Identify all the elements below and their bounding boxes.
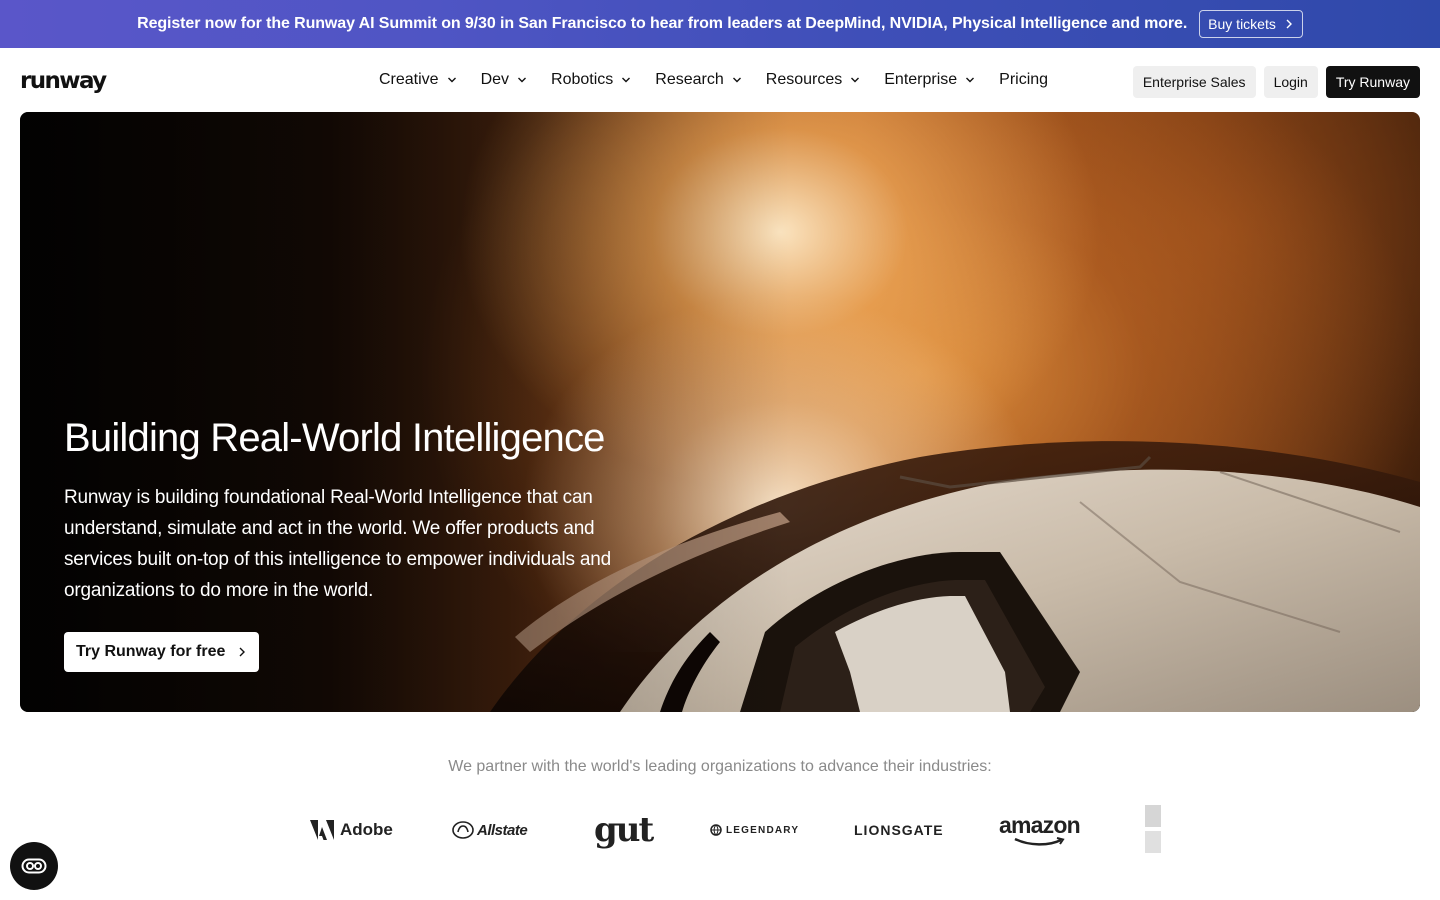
amazon-smile-icon <box>1014 837 1066 846</box>
chevron-right-icon <box>239 647 246 657</box>
partners-heading: We partner with the world's leading orga… <box>448 758 992 775</box>
login-button[interactable]: Login <box>1263 66 1318 98</box>
partial-logo-icon <box>1145 805 1161 853</box>
nav-label: Resources <box>765 71 843 88</box>
nav-label: Research <box>655 71 724 88</box>
adobe-logo: Adobe <box>310 800 393 860</box>
chevron-right-icon <box>1286 19 1292 29</box>
buy-tickets-label: Buy tickets <box>1208 16 1276 32</box>
allstate-logo-icon <box>452 821 474 839</box>
hero-title: Building Real-World Intelligence <box>64 416 605 460</box>
chevron-down-icon <box>851 77 860 83</box>
buy-tickets-button[interactable]: Buy tickets <box>1199 10 1303 38</box>
nav-item-robotics[interactable]: Robotics <box>551 71 631 89</box>
legendary-logo: LEGENDARY <box>710 800 799 860</box>
partner-logos: Adobe Allstate gut LEGENDARY LIONSGATE a… <box>0 800 1440 860</box>
chevron-down-icon <box>732 77 741 83</box>
header-actions: Enterprise Sales Login Try Runway <box>1132 66 1420 98</box>
site-header: runway Creative Dev Robotics Research Re… <box>0 48 1440 112</box>
adobe-wordmark: Adobe <box>340 820 393 839</box>
banner-text: Register now for the Runway AI Summit on… <box>137 15 1188 32</box>
accessibility-icon <box>21 858 47 874</box>
try-runway-button[interactable]: Try Runway <box>1325 66 1420 98</box>
nav-label: Pricing <box>999 71 1049 88</box>
runway-logo[interactable]: runway <box>20 68 107 94</box>
nav-item-creative[interactable]: Creative <box>379 71 457 89</box>
partial-logo <box>1145 800 1161 860</box>
amazon-logo: amazon <box>999 800 1081 860</box>
nav-label: Dev <box>480 71 510 88</box>
nav-label: Robotics <box>551 71 614 88</box>
chevron-down-icon <box>966 77 975 83</box>
nav-label: Creative <box>379 71 439 88</box>
legendary-globe-icon <box>710 824 722 836</box>
chevron-down-icon <box>447 77 456 83</box>
lionsgate-wordmark: LIONSGATE <box>854 822 944 838</box>
cta-label: Try Runway for free <box>76 643 226 660</box>
try-runway-free-button[interactable]: Try Runway for free <box>64 632 260 672</box>
hero-content: Building Real-World Intelligence Runway … <box>64 414 664 672</box>
nav-item-research[interactable]: Research <box>655 71 741 89</box>
chevron-down-icon <box>622 77 631 83</box>
lionsgate-logo: LIONSGATE <box>854 800 944 860</box>
accessibility-button[interactable] <box>10 842 58 890</box>
enterprise-sales-button[interactable]: Enterprise Sales <box>1132 66 1256 98</box>
logo-wordmark: runway <box>20 68 107 94</box>
announcement-banner: Register now for the Runway AI Summit on… <box>0 0 1440 48</box>
gut-logo: gut <box>594 800 654 860</box>
gut-wordmark: gut <box>594 810 654 850</box>
hero-description: Runway is building foundational Real-Wor… <box>64 487 612 601</box>
nav-item-resources[interactable]: Resources <box>766 71 860 89</box>
nav-item-enterprise[interactable]: Enterprise <box>884 71 975 89</box>
amazon-wordmark: amazon <box>999 812 1081 838</box>
nav-item-pricing[interactable]: Pricing <box>999 71 1048 89</box>
adobe-logo-icon <box>310 820 334 840</box>
allstate-wordmark: Allstate <box>477 821 528 839</box>
main-nav: Creative Dev Robotics Research Resources… <box>379 48 1072 112</box>
allstate-logo: Allstate <box>452 800 528 860</box>
nav-item-dev[interactable]: Dev <box>481 71 527 89</box>
chevron-down-icon <box>518 77 527 83</box>
nav-label: Enterprise <box>884 71 958 88</box>
hero-section: Building Real-World Intelligence Runway … <box>20 112 1420 712</box>
legendary-wordmark: LEGENDARY <box>726 824 800 836</box>
